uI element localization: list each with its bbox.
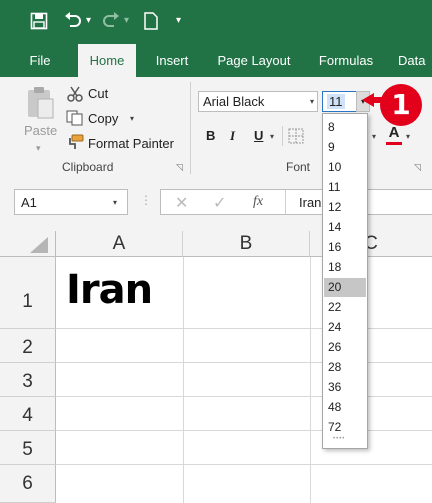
paste-button[interactable]: Paste: [24, 123, 57, 139]
gridline: [183, 257, 184, 503]
redo-icon[interactable]: [102, 11, 120, 34]
font-size-option[interactable]: 18: [324, 258, 366, 277]
row-header-4[interactable]: 4: [0, 397, 56, 431]
cell-a1[interactable]: Iran: [56, 257, 183, 328]
copy-dropdown-icon[interactable]: ▾: [130, 114, 134, 123]
font-group-label: Font: [286, 160, 311, 174]
font-size-option[interactable]: 26: [324, 338, 366, 357]
underline-dropdown-icon[interactable]: ▾: [270, 132, 274, 141]
gridline: [56, 430, 432, 431]
select-all-corner[interactable]: [0, 231, 56, 257]
font-separator: [282, 126, 283, 146]
formula-input[interactable]: ✕ ✓ fx Iran: [160, 189, 432, 215]
gridline: [56, 362, 432, 363]
font-name-combo[interactable]: Arial Black: [198, 91, 318, 112]
cut-button[interactable]: Cut: [88, 86, 108, 102]
cut-icon: [66, 86, 84, 107]
insert-function-icon[interactable]: fx: [253, 194, 263, 210]
formula-value: Iran: [299, 195, 322, 210]
cell-a1-value: Iran: [66, 267, 153, 313]
gridline: [56, 328, 432, 329]
font-size-value: 11: [327, 94, 345, 109]
font-size-option-highlighted[interactable]: 20: [324, 278, 366, 297]
cancel-entry-icon[interactable]: ✕: [175, 193, 188, 213]
group-separator: [190, 82, 191, 174]
copy-icon: [66, 110, 84, 131]
font-size-option[interactable]: 22: [324, 298, 366, 317]
font-size-option[interactable]: 48: [324, 398, 366, 417]
column-header-a[interactable]: A: [56, 231, 183, 257]
redo-dropdown-icon[interactable]: ▾: [124, 11, 129, 31]
formula-bar-grip-icon: ⋮: [140, 193, 152, 207]
callout-number-badge: 1: [380, 84, 422, 126]
tab-page-layout[interactable]: Page Layout: [208, 44, 300, 77]
italic-button[interactable]: I: [230, 128, 235, 144]
tab-home[interactable]: Home: [78, 44, 136, 77]
font-size-option[interactable]: 72: [324, 418, 366, 437]
gridline: [56, 464, 432, 465]
font-size-option[interactable]: 24: [324, 318, 366, 337]
name-box-dropdown-icon[interactable]: ▾: [113, 198, 117, 207]
undo-icon[interactable]: [64, 11, 82, 34]
clipboard-group-label: Clipboard: [62, 160, 114, 174]
tab-insert[interactable]: Insert: [146, 44, 198, 77]
tab-formulas[interactable]: Formulas: [310, 44, 382, 77]
font-name-value: Arial Black: [203, 94, 265, 109]
row-header-3[interactable]: 3: [0, 363, 56, 397]
gridline: [56, 396, 432, 397]
customize-qat-icon[interactable]: ▾: [176, 11, 181, 31]
font-size-option[interactable]: 36: [324, 378, 366, 397]
font-size-combo[interactable]: 11: [322, 91, 358, 112]
bold-button[interactable]: B: [206, 128, 215, 144]
copy-button[interactable]: Copy: [88, 111, 118, 127]
confirm-entry-icon[interactable]: ✓: [213, 193, 226, 213]
font-size-option[interactable]: 16: [324, 238, 366, 257]
font-color-letter: A: [388, 124, 400, 141]
dropdown-resize-grip[interactable]: ••••: [333, 436, 345, 442]
name-box-value: A1: [21, 195, 37, 210]
row-header-2[interactable]: 2: [0, 329, 56, 363]
tab-file[interactable]: File: [20, 44, 60, 77]
font-color-button[interactable]: A: [386, 125, 402, 145]
paste-icon[interactable]: [26, 86, 56, 125]
tab-data[interactable]: Data: [398, 44, 432, 77]
font-launcher-icon[interactable]: ◹: [414, 162, 421, 173]
font-size-option[interactable]: 8: [324, 118, 366, 137]
font-color-swatch: [386, 142, 402, 145]
save-icon[interactable]: [30, 12, 48, 35]
undo-dropdown-icon[interactable]: ▾: [86, 11, 91, 31]
font-color-dropdown-icon[interactable]: ▾: [406, 132, 410, 141]
font-size-option[interactable]: 11: [324, 178, 366, 197]
font-size-dropdown-list: 8 9 10 11 12 14 16 18 20 22 24 26 28 36 …: [322, 113, 368, 449]
underline-button[interactable]: U: [254, 128, 263, 144]
name-box[interactable]: A1 ▾: [14, 189, 128, 215]
paste-dropdown-icon[interactable]: ▾: [36, 140, 41, 156]
font-size-option[interactable]: 10: [324, 158, 366, 177]
row-header-6[interactable]: 6: [0, 465, 56, 503]
font-size-option[interactable]: 12: [324, 198, 366, 217]
column-header-b[interactable]: B: [183, 231, 310, 257]
new-document-icon[interactable]: [144, 12, 158, 35]
font-name-dropdown-icon[interactable]: ▾: [310, 97, 314, 106]
format-painter-button[interactable]: Format Painter: [88, 136, 174, 152]
gridline: [310, 257, 311, 503]
formula-divider: [285, 190, 286, 214]
borders-icon[interactable]: [288, 128, 304, 149]
clipboard-launcher-icon[interactable]: ◹: [176, 162, 183, 173]
row-header-5[interactable]: 5: [0, 431, 56, 465]
font-size-option[interactable]: 14: [324, 218, 366, 237]
row-header-1[interactable]: 1: [0, 257, 56, 329]
format-painter-icon: [66, 134, 84, 155]
font-size-option[interactable]: 28: [324, 358, 366, 377]
fill-color-dropdown-icon[interactable]: ▾: [372, 132, 376, 141]
font-size-option[interactable]: 9: [324, 138, 366, 157]
